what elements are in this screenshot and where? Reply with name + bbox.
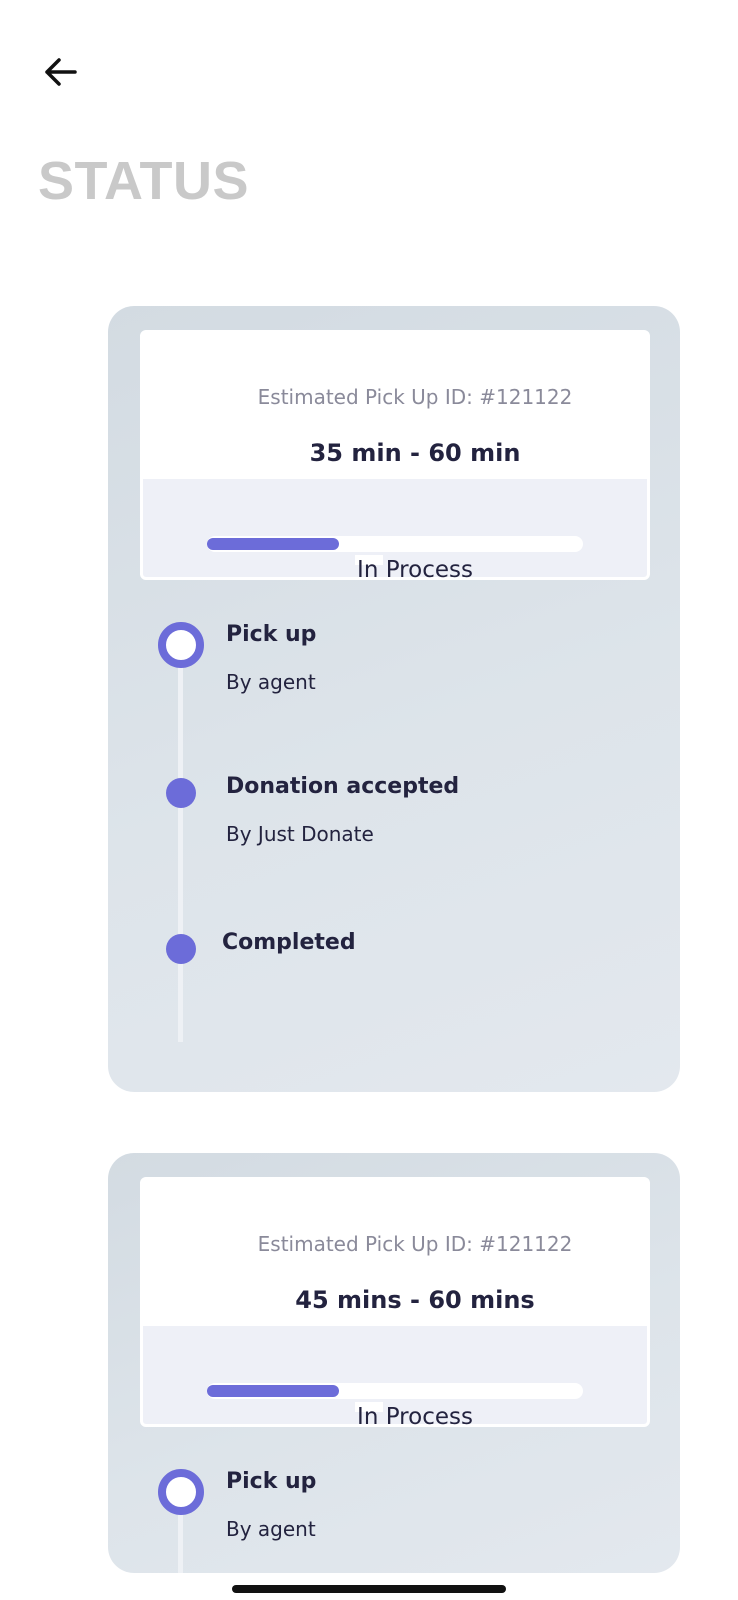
page-title: STATUS (38, 151, 249, 211)
status-label: In Process (357, 1404, 473, 1430)
step-subtitle: By agent (226, 670, 316, 694)
current-step-icon (158, 622, 204, 668)
step-title: Donation accepted (226, 774, 460, 799)
progress-fill (207, 538, 339, 550)
status-label: In Process (357, 557, 473, 583)
estimate-time: 45 mins - 60 mins (295, 1286, 535, 1314)
pickup-summary: Estimated Pick Up ID: #121122 35 min - 6… (140, 330, 650, 583)
step-subtitle: By agent (226, 1517, 316, 1541)
order-status-card[interactable]: Estimated Pick Up ID: #121122 45 mins - … (108, 1153, 680, 1573)
estimate-label: Estimated Pick Up ID: #121122 (257, 1232, 573, 1256)
step-subtitle: By Just Donate (226, 822, 374, 846)
back-button[interactable] (40, 52, 80, 92)
order-status-card[interactable]: Estimated Pick Up ID: #121122 35 min - 6… (108, 306, 680, 1092)
progress-bar (207, 1383, 583, 1399)
arrow-left-icon (45, 58, 77, 86)
step-dot-icon (166, 934, 196, 964)
pickup-summary: Estimated Pick Up ID: #121122 45 mins - … (140, 1177, 650, 1430)
step-title: Pick up (226, 622, 317, 647)
home-indicator (232, 1585, 506, 1593)
estimate-time: 35 min - 60 min (309, 439, 521, 467)
step-title: Completed (222, 930, 356, 955)
progress-fill (207, 1385, 339, 1397)
status-screen: STATUS Estimated Pick Up ID: #121122 35 … (0, 0, 738, 1600)
step-dot-icon (166, 778, 196, 808)
progress-bar (207, 536, 583, 552)
timeline-line (178, 646, 183, 1042)
current-step-icon (158, 1469, 204, 1515)
estimate-label: Estimated Pick Up ID: #121122 (257, 385, 573, 409)
step-title: Pick up (226, 1469, 317, 1494)
